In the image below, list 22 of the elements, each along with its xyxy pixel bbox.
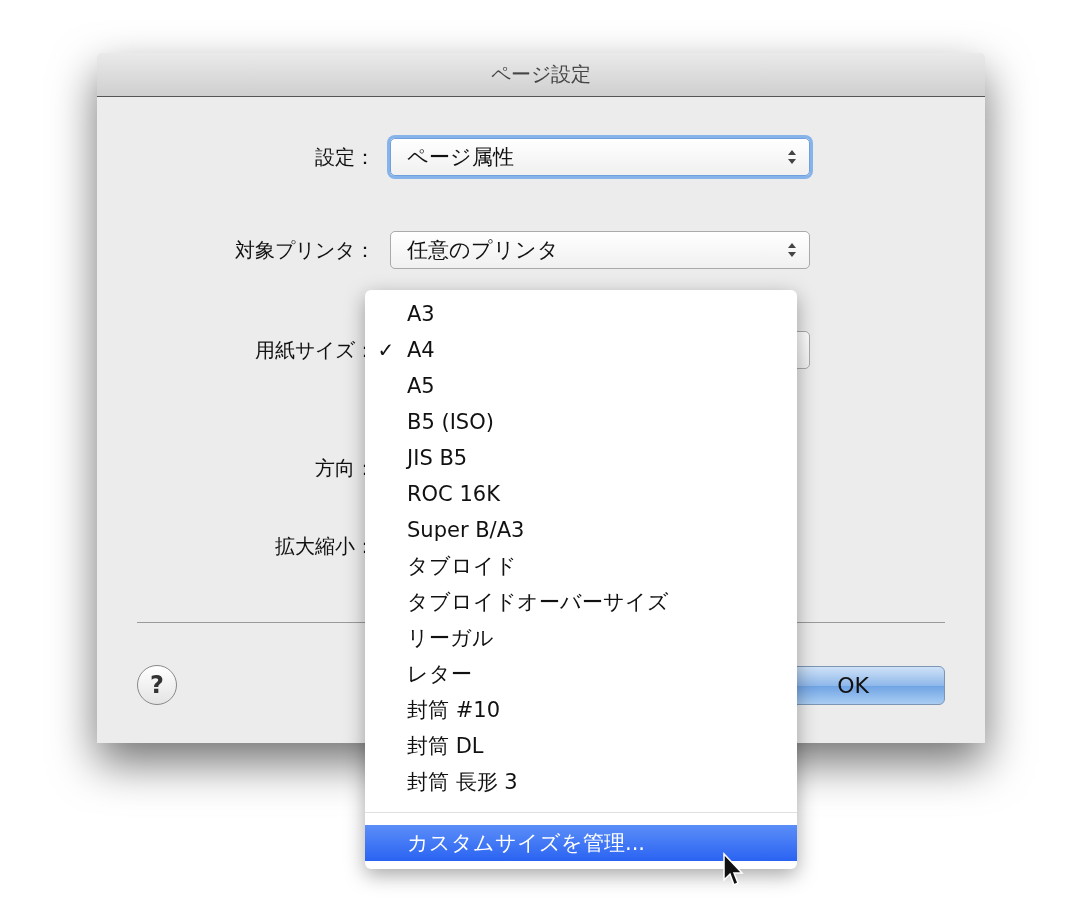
help-button[interactable]: ? xyxy=(137,665,177,705)
popup-button[interactable]: ページ属性 xyxy=(390,138,810,176)
field-label: 設定： xyxy=(314,143,375,171)
popup-button[interactable]: 任意のプリンタ xyxy=(390,231,810,269)
menu-item[interactable]: タブロイド xyxy=(365,548,797,584)
window-title: ページ設定 xyxy=(491,61,591,88)
menu-item[interactable]: A3 xyxy=(365,296,797,332)
up-down-arrows-icon xyxy=(787,242,797,258)
up-down-arrows-icon xyxy=(787,149,797,165)
menu-item[interactable]: ROC 16K xyxy=(365,476,797,512)
menu-item[interactable]: リーガル xyxy=(365,620,797,656)
menu-item[interactable]: タブロイドオーバーサイズ xyxy=(365,584,797,620)
menu-item[interactable]: 封筒 長形 3 xyxy=(365,764,797,800)
menu-item[interactable]: B5 (ISO) xyxy=(365,404,797,440)
menu-item[interactable]: JIS B5 xyxy=(365,440,797,476)
menu-item[interactable]: A5 xyxy=(365,368,797,404)
field-label: 対象プリンタ： xyxy=(234,236,375,264)
menu-item[interactable]: 封筒 DL xyxy=(365,728,797,764)
menu-item[interactable]: カスタムサイズを管理... xyxy=(365,825,797,861)
menu-item[interactable]: Super B/A3 xyxy=(365,512,797,548)
checkmark-icon: ✓ xyxy=(365,338,407,362)
menu-item[interactable]: ✓ A4 xyxy=(365,332,797,368)
